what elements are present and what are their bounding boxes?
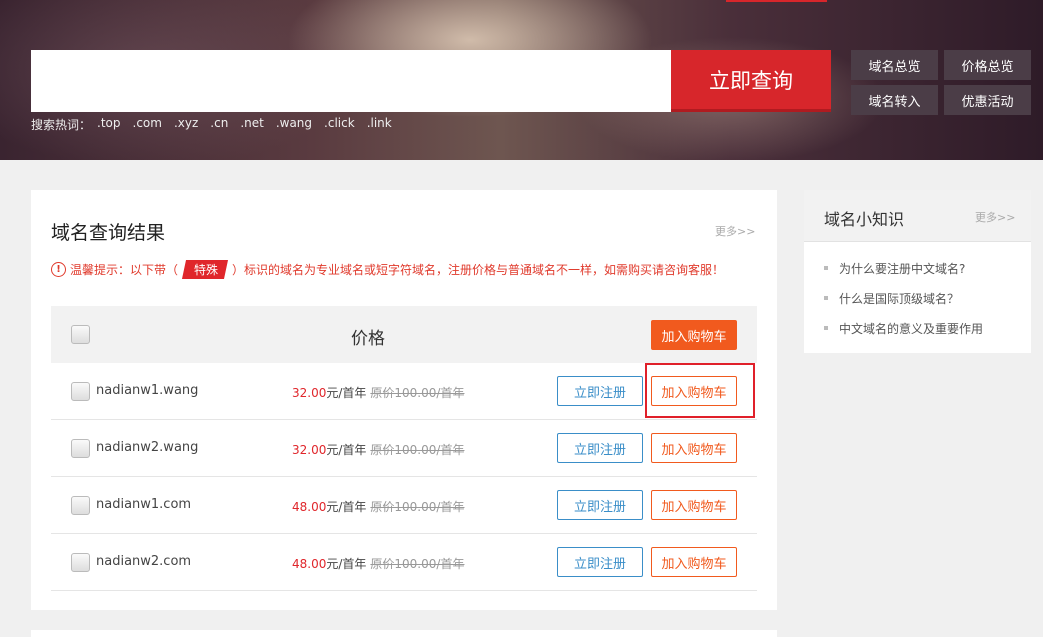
knowledge-item-link[interactable]: 为什么要注册中文域名? bbox=[824, 260, 983, 290]
hot-term-link[interactable]: .cn bbox=[210, 116, 228, 133]
results-table-header: 价格 加入购物车 bbox=[51, 306, 757, 363]
original-price: 原价100.00/首年 bbox=[370, 557, 465, 571]
domain-name: nadianw2.wang bbox=[96, 440, 199, 455]
bulk-add-to-cart-button[interactable]: 加入购物车 bbox=[651, 320, 737, 350]
price-value: 32.00 bbox=[292, 386, 327, 400]
register-button[interactable]: 立即注册 bbox=[557, 490, 643, 520]
hot-search-terms: 搜索热词： .top .com .xyz .cn .net .wang .cli… bbox=[31, 116, 392, 133]
original-price: 原价100.00/首年 bbox=[370, 386, 465, 400]
original-price: 原价100.00/首年 bbox=[370, 500, 465, 514]
price-unit: 元/首年 bbox=[326, 386, 367, 400]
price-overview-button[interactable]: 价格总览 bbox=[944, 50, 1031, 80]
domain-name: nadianw2.com bbox=[96, 554, 192, 569]
price-value: 48.00 bbox=[292, 500, 327, 514]
domain-name: nadianw1.com bbox=[96, 497, 192, 512]
hot-term-link[interactable]: .wang bbox=[276, 116, 312, 133]
select-all-checkbox[interactable] bbox=[71, 325, 90, 344]
domain-overview-button[interactable]: 域名总览 bbox=[851, 50, 938, 80]
domain-price: 32.00元/首年 原价100.00/首年 bbox=[292, 441, 464, 458]
results-more-link[interactable]: 更多>> bbox=[715, 223, 755, 239]
hot-term-link[interactable]: .com bbox=[133, 116, 162, 133]
domain-transfer-button[interactable]: 域名转入 bbox=[851, 85, 938, 115]
special-badge: 特殊 bbox=[181, 260, 229, 279]
search-button[interactable]: 立即查询 bbox=[671, 50, 831, 112]
price-unit: 元/首年 bbox=[326, 500, 367, 514]
row-checkbox[interactable] bbox=[71, 439, 90, 458]
knowledge-item-link[interactable]: 中文域名的意义及重要作用 bbox=[824, 320, 983, 350]
hot-term-link[interactable]: .xyz bbox=[174, 116, 198, 133]
domain-search-input[interactable] bbox=[31, 50, 671, 112]
results-title: 域名查询结果 bbox=[51, 222, 166, 244]
register-button[interactable]: 立即注册 bbox=[557, 547, 643, 577]
alert-icon: ! bbox=[51, 262, 66, 277]
price-column-header: 价格 bbox=[351, 329, 385, 349]
add-to-cart-button[interactable]: 加入购物车 bbox=[651, 433, 737, 463]
knowledge-list: 为什么要注册中文域名? 什么是国际顶级域名？ 中文域名的意义及重要作用 bbox=[824, 260, 983, 350]
row-checkbox[interactable] bbox=[71, 553, 90, 572]
knowledge-more-link[interactable]: 更多>> bbox=[975, 209, 1015, 225]
knowledge-title: 域名小知识 bbox=[824, 210, 905, 229]
add-to-cart-button[interactable]: 加入购物车 bbox=[651, 490, 737, 520]
hot-search-label: 搜索热词： bbox=[31, 118, 92, 132]
special-badge-label: 特殊 bbox=[194, 263, 219, 277]
hot-term-link[interactable]: .top bbox=[97, 116, 120, 133]
add-to-cart-button[interactable]: 加入购物车 bbox=[651, 547, 737, 577]
row-checkbox[interactable] bbox=[71, 382, 90, 401]
promotions-button[interactable]: 优惠活动 bbox=[944, 85, 1031, 115]
knowledge-item-link[interactable]: 什么是国际顶级域名？ bbox=[824, 290, 983, 320]
register-button[interactable]: 立即注册 bbox=[557, 376, 643, 406]
domain-price: 48.00元/首年 原价100.00/首年 bbox=[292, 555, 464, 572]
hot-term-link[interactable]: .link bbox=[367, 116, 392, 133]
domain-name: nadianw1.wang bbox=[96, 383, 199, 398]
next-panel-edge bbox=[31, 630, 777, 637]
domain-price: 32.00元/首年 原价100.00/首年 bbox=[292, 384, 464, 401]
notice-prefix: 温馨提示：以下带（ bbox=[70, 263, 179, 277]
knowledge-header: 域名小知识 更多>> bbox=[804, 190, 1031, 242]
notice-suffix: ）标识的域名为专业域名或短字符域名，注册价格与普通域名不一样，如需购买请咨询客服… bbox=[232, 263, 725, 277]
hot-term-link[interactable]: .net bbox=[240, 116, 264, 133]
highlight-box bbox=[645, 363, 755, 418]
price-value: 32.00 bbox=[292, 443, 327, 457]
notice: ! 温馨提示：以下带（ 特殊 ）标识的域名为专业域名或短字符域名，注册价格与普通… bbox=[51, 260, 724, 279]
original-price: 原价100.00/首年 bbox=[370, 443, 465, 457]
row-checkbox[interactable] bbox=[71, 496, 90, 515]
table-row: nadianw2.com 48.00元/首年 原价100.00/首年 立即注册 加… bbox=[51, 534, 757, 591]
table-row: nadianw1.com 48.00元/首年 原价100.00/首年 立即注册 加… bbox=[51, 477, 757, 534]
table-row: nadianw2.wang 32.00元/首年 原价100.00/首年 立即注册 … bbox=[51, 420, 757, 477]
domain-price: 48.00元/首年 原价100.00/首年 bbox=[292, 498, 464, 515]
price-value: 48.00 bbox=[292, 557, 327, 571]
hot-term-link[interactable]: .click bbox=[324, 116, 355, 133]
price-unit: 元/首年 bbox=[326, 557, 367, 571]
register-button[interactable]: 立即注册 bbox=[557, 433, 643, 463]
knowledge-panel: 域名小知识 更多>> 为什么要注册中文域名? 什么是国际顶级域名？ 中文域名的意… bbox=[804, 190, 1031, 353]
nav-active-indicator bbox=[726, 0, 827, 2]
price-unit: 元/首年 bbox=[326, 443, 367, 457]
